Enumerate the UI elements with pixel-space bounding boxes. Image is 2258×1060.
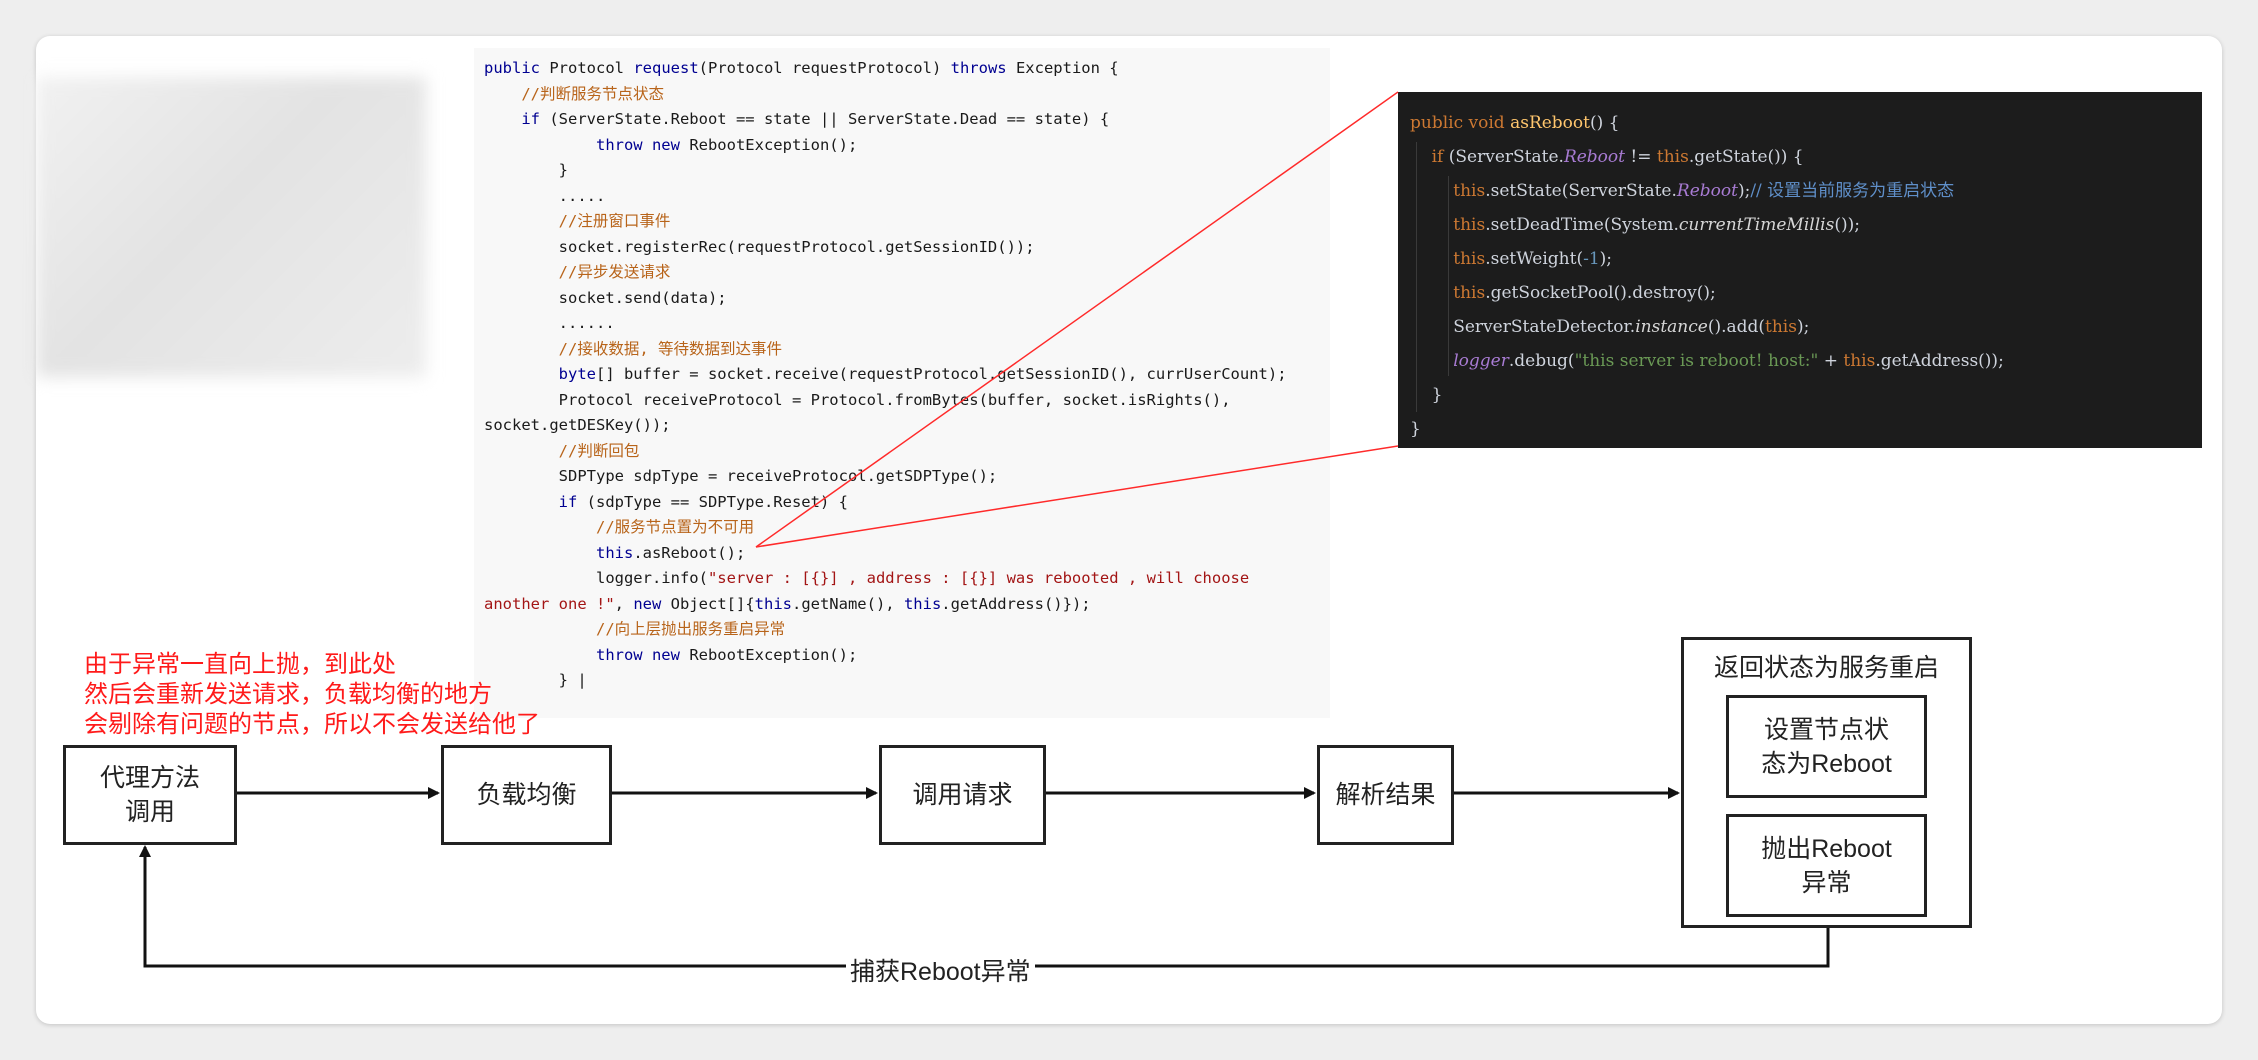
note-line: 由于异常一直向上抛，到此处 — [84, 651, 396, 678]
throw-exception-box: 抛出Reboot 异常 — [1726, 814, 1927, 917]
note-line: 然后会重新发送请求，负载均衡的地方 — [84, 681, 492, 708]
box-label: 调用请求 — [912, 781, 1013, 809]
callout-line — [755, 445, 1399, 548]
catch-label: 捕获Reboot异常 — [846, 952, 1035, 988]
proxy-method-box: 代理方法 调用 — [63, 745, 237, 845]
box-label: 负载均衡 — [476, 781, 577, 809]
box-label: 态为Reboot — [1761, 749, 1892, 778]
callout-line — [755, 91, 1399, 548]
box-label: 设置节点状 — [1763, 715, 1889, 744]
note-line: 会剔除有问题的节点，所以不会发送给他了 — [84, 711, 540, 738]
annotation-note: 由于异常一直向上抛，到此处 然后会重新发送请求，负载均衡的地方 会剔除有问题的节… — [84, 650, 540, 740]
parse-result-box: 解析结果 — [1317, 745, 1454, 845]
group-title: 返回状态为服务重启 — [1713, 654, 1939, 682]
box-label: 代理方法 — [99, 764, 200, 792]
set-state-box: 设置节点状态为Reboot — [1726, 695, 1927, 798]
load-balance-box: 负载均衡 — [441, 745, 612, 845]
box-label: 调用 — [124, 798, 175, 826]
box-label: 异常 — [1801, 868, 1852, 897]
box-label: 抛出Reboot — [1761, 834, 1892, 863]
box-label: 解析结果 — [1335, 781, 1436, 809]
invoke-request-box: 调用请求 — [879, 745, 1046, 845]
catch-return-arrow — [139, 845, 1830, 968]
